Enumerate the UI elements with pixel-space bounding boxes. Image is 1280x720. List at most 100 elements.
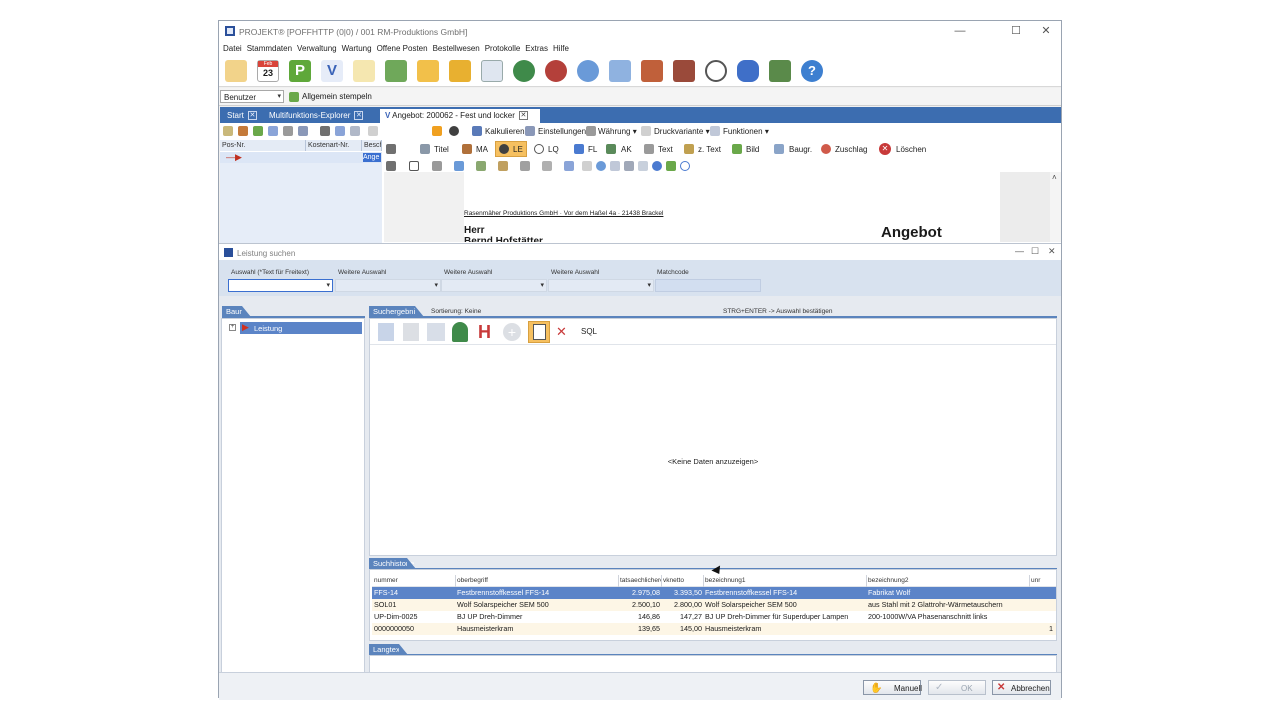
menu-stammdaten[interactable]: Stammdaten [247,44,292,53]
menu-hilfe[interactable]: Hilfe [553,44,569,53]
menu-wartung[interactable]: Wartung [342,44,372,53]
baugr-button[interactable]: Baugr. [789,145,812,154]
list-view-icon[interactable] [378,323,394,341]
col-bezeichnung2[interactable]: bezeichnung2 [868,575,1030,587]
info-icon[interactable] [652,161,662,171]
help-icon[interactable]: ? [801,60,823,82]
einstellungen-button[interactable]: Einstellungen [538,127,586,136]
col-vknetto[interactable]: vknetto [663,575,704,587]
plus-icon[interactable] [454,161,464,171]
menu-extras[interactable]: Extras [525,44,548,53]
address-card-icon[interactable] [481,60,503,82]
sql-button[interactable]: SQL [581,327,597,336]
titel-button[interactable]: Titel [434,145,449,154]
document-scrollbar[interactable]: ˄ [1050,172,1061,242]
ak-button[interactable]: AK [621,145,632,154]
tab-start[interactable]: Start ✕ [222,109,262,123]
list-icon[interactable] [624,161,634,171]
col-tatsaechlichere[interactable]: tatsaechlichere [620,575,662,587]
table-row[interactable]: UP-Dim-0025 BJ UP Dreh-Dimmer 146,86 147… [372,611,1056,623]
copy-icon[interactable] [335,126,345,136]
funktionen-dropdown[interactable]: Funktionen ▾ [723,127,769,136]
wrench-icon[interactable] [386,161,396,171]
person-icon[interactable] [452,322,468,342]
expand-icon[interactable]: + [229,324,236,331]
grid-header-pos-nr[interactable]: Pos-Nr. [220,140,306,151]
loeschen-button[interactable]: Löschen [896,145,926,154]
tree-view-icon[interactable] [427,323,445,341]
globe-icon[interactable] [596,161,606,171]
textbox-icon[interactable] [409,161,419,171]
wall-icon[interactable] [673,60,695,82]
open-items-icon[interactable] [417,60,439,82]
manuell-button[interactable]: ✋ Manuell [863,680,922,695]
menu-datei[interactable]: Datei [223,44,242,53]
person-icon[interactable] [238,126,248,136]
table-view-icon[interactable] [403,323,419,341]
menu-offene-posten[interactable]: Offene Posten [377,44,428,53]
tool-icon[interactable] [737,60,759,82]
brick-icon[interactable] [641,60,663,82]
line-icon[interactable] [432,161,442,171]
text-button[interactable]: Text [658,145,673,154]
insert-icon[interactable] [476,161,486,171]
menu-verwaltung[interactable]: Verwaltung [297,44,337,53]
table-row[interactable]: SOL01 Wolf Solarspeicher SEM 500 2.500,1… [372,599,1056,611]
search-icon[interactable] [680,161,690,171]
clock-icon[interactable] [705,60,727,82]
truck-icon[interactable] [769,60,791,82]
tab-multifunktions-explorer[interactable]: Multifunktions-Explorer ✕ [264,109,378,123]
explorer-icon[interactable] [225,60,247,82]
matchcode-input[interactable] [655,279,761,292]
close-icon[interactable]: ✕ [247,111,257,120]
link-icon[interactable] [520,161,530,171]
gear-icon[interactable] [449,126,459,136]
maximize-button[interactable]: ☐ [1003,24,1029,39]
image-insert-icon[interactable] [498,161,508,171]
position-row[interactable]: —▶ Ange [220,152,382,163]
stamp-button[interactable]: Allgemein stempeln [302,92,372,101]
waehrung-dropdown[interactable]: Währung ▾ [598,127,637,136]
ztext-button[interactable]: z. Text [698,145,721,154]
chevron-up-icon[interactable]: ˄ [1052,173,1057,182]
tree-toolbar-icon[interactable] [223,126,233,136]
mail-icon[interactable] [298,126,308,136]
offer-icon[interactable]: V [321,60,343,82]
ma-button[interactable]: MA [476,145,488,154]
tools-icon[interactable] [386,144,396,154]
minimize-button[interactable]: — [947,24,973,39]
tree-node-leistung[interactable]: ▶ Leistung [240,322,362,334]
col-nummer[interactable]: nummer [374,575,456,587]
dialog-minimize-button[interactable]: — [1015,246,1024,256]
cut-icon[interactable] [320,126,330,136]
page-icon[interactable] [582,161,592,171]
offer-small-icon[interactable] [268,126,278,136]
grid-header-beschreibung[interactable]: Besch [362,140,382,151]
cash-register-icon[interactable] [385,60,407,82]
menu-bestellwesen[interactable]: Bestellwesen [433,44,480,53]
download-icon[interactable] [564,161,574,171]
weitere-auswahl-3-select[interactable]: ▾ [548,279,654,292]
close-icon[interactable]: ✕ [354,111,364,120]
print-icon[interactable] [283,126,293,136]
document-icon[interactable] [353,60,375,82]
notes-button[interactable] [528,321,550,343]
ok-button[interactable]: ✓ OK [928,680,986,695]
col-oberbegriff[interactable]: oberbegriff [457,575,619,587]
table-icon[interactable] [610,161,620,171]
col-bezeichnung1[interactable]: bezeichnung1 [705,575,867,587]
dialog-close-button[interactable]: ✕ [1048,246,1056,257]
person-red-icon[interactable] [545,60,567,82]
history-h-icon[interactable]: H [478,323,494,341]
grid-icon[interactable] [638,161,648,171]
col-unr[interactable]: unr [1031,575,1055,587]
lq-button[interactable]: LQ [548,145,559,154]
format-icon[interactable] [542,161,552,171]
bild-button[interactable]: Bild [746,145,759,154]
table-row[interactable]: FFS-14 Festbrennstoffkessel FFS-14 2.975… [372,587,1056,599]
add-icon[interactable]: + [503,323,521,341]
le-button[interactable]: LE [495,141,527,157]
add-position-icon[interactable] [253,126,263,136]
person-blue-icon[interactable] [577,60,599,82]
close-icon[interactable]: ✕ [518,111,528,120]
